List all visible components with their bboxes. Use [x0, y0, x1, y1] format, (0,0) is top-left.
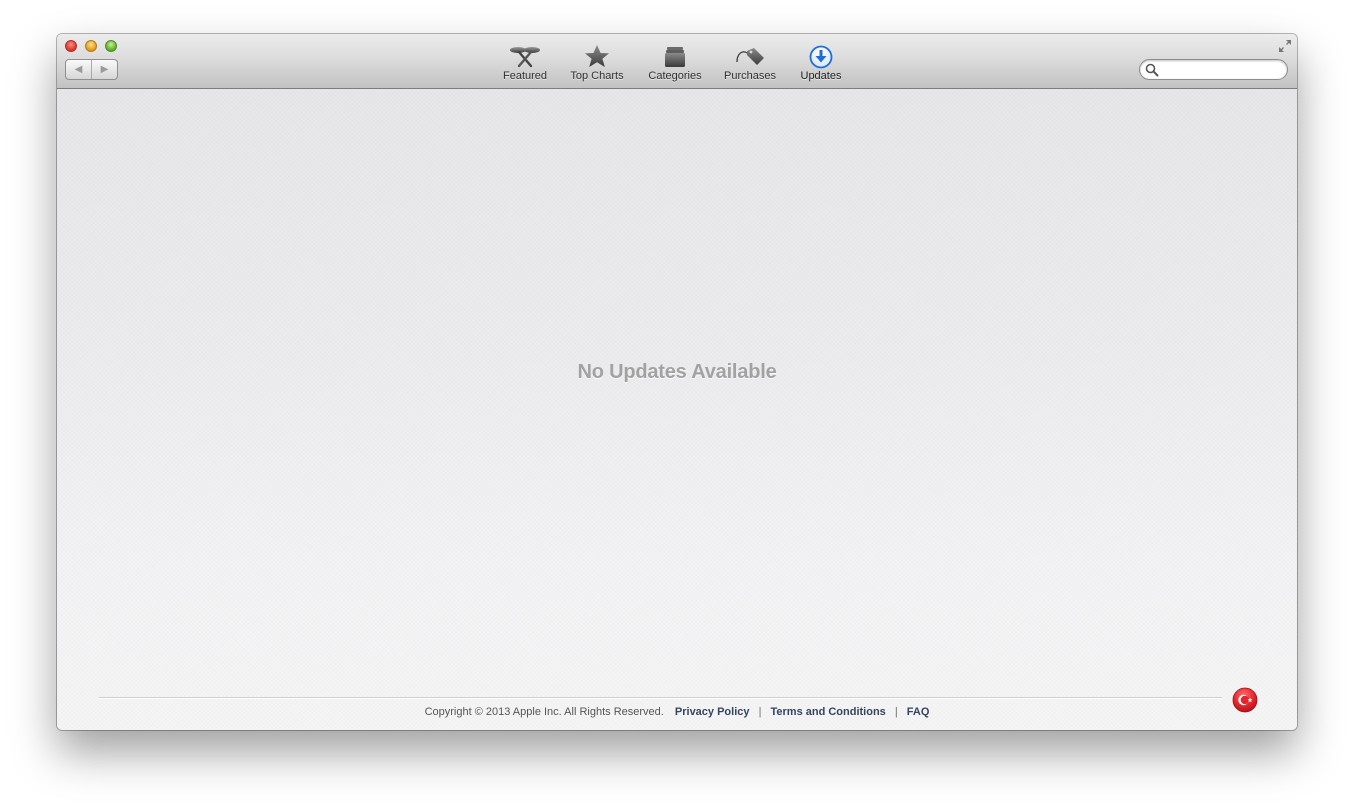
back-forward-control: ◀ ▶	[65, 59, 118, 80]
tab-purchases-label: Purchases	[724, 70, 776, 82]
minimize-window-button[interactable]	[85, 40, 97, 52]
search-icon	[1145, 63, 1159, 77]
tab-top-charts[interactable]: Top Charts	[564, 43, 630, 87]
tab-purchases[interactable]: Purchases	[720, 43, 780, 87]
featured-icon	[510, 47, 540, 68]
forward-button[interactable]: ▶	[92, 60, 117, 79]
privacy-policy-link[interactable]: Privacy Policy	[675, 706, 750, 718]
tab-featured[interactable]: Featured	[497, 43, 553, 87]
footer-separator: |	[894, 706, 898, 718]
star-icon	[585, 45, 609, 67]
tab-updates[interactable]: Updates	[795, 43, 847, 87]
tab-updates-label: Updates	[800, 70, 842, 82]
zoom-window-button[interactable]	[105, 40, 117, 52]
download-arrow-icon	[809, 45, 833, 69]
tab-top-charts-label: Top Charts	[570, 70, 624, 82]
back-arrow-icon: ◀	[74, 64, 83, 75]
search-field[interactable]	[1139, 59, 1288, 80]
footer-separator: |	[758, 706, 762, 718]
categories-icon	[665, 47, 685, 67]
back-button[interactable]: ◀	[66, 60, 92, 79]
copyright-text: Copyright © 2013 Apple Inc. All Rights R…	[424, 706, 664, 718]
turkey-flag-icon[interactable]	[1232, 687, 1258, 713]
footer: Copyright © 2013 Apple Inc. All Rights R…	[57, 706, 1297, 718]
updates-content-area: No Updates Available Copyright © 2013 Ap…	[57, 89, 1297, 730]
tab-featured-label: Featured	[502, 70, 548, 82]
footer-divider	[99, 697, 1222, 698]
search-input[interactable]	[1162, 61, 1284, 80]
tab-categories[interactable]: Categories	[643, 43, 707, 87]
faq-link[interactable]: FAQ	[907, 706, 930, 718]
terms-and-conditions-link[interactable]: Terms and Conditions	[770, 706, 885, 718]
app-store-window: ◀ ▶ Featured Top Charts Categories Purch…	[57, 34, 1297, 730]
price-tag-icon	[736, 48, 764, 65]
fullscreen-icon[interactable]	[1278, 39, 1292, 53]
forward-arrow-icon: ▶	[100, 64, 109, 75]
empty-state-message: No Updates Available	[577, 361, 777, 383]
close-window-button[interactable]	[65, 40, 77, 52]
tab-categories-label: Categories	[648, 70, 702, 82]
toolbar: ◀ ▶ Featured Top Charts Categories Purch…	[57, 34, 1297, 89]
